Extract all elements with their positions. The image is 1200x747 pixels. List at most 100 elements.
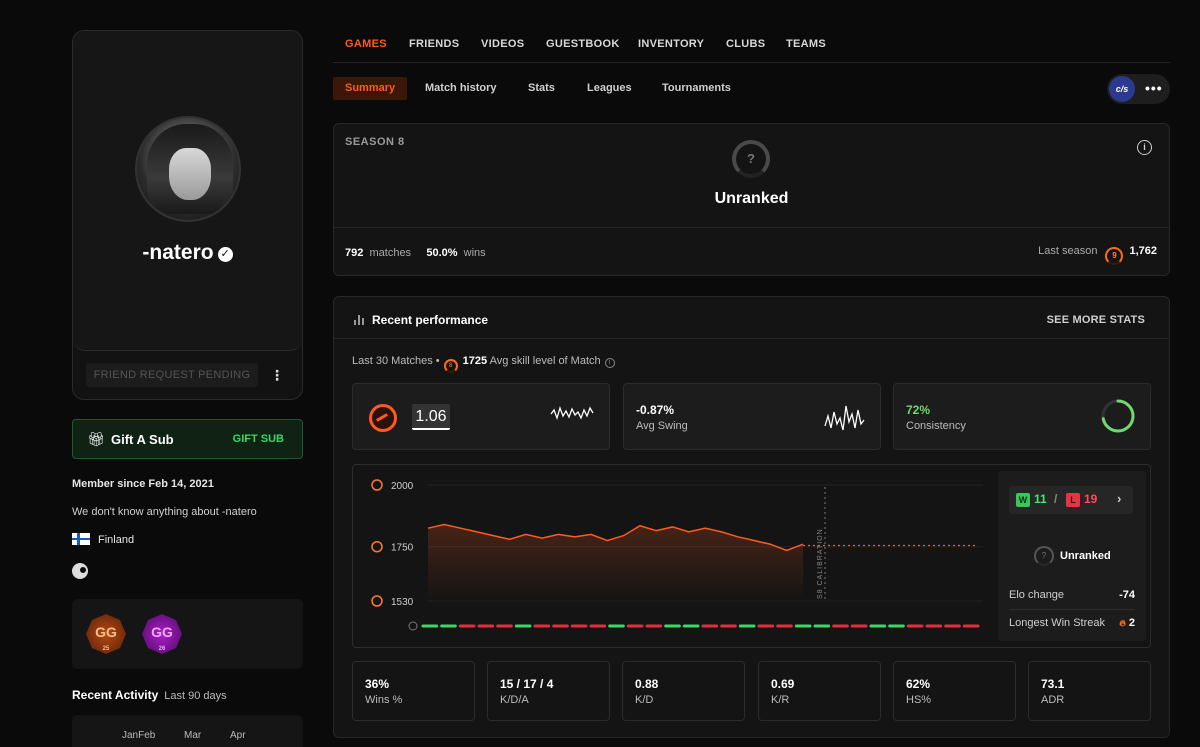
rating-sparkline [550,405,594,421]
gg-26-badge-icon[interactable]: GG 26 [142,614,182,654]
unranked-icon: ? [732,140,770,178]
y-tick-label: 1750 [391,543,414,554]
subtab-stats[interactable]: Stats [516,77,567,100]
nickname: -natero [142,241,214,264]
current-rank: Unranked [1060,550,1111,562]
y-tick-label: 2000 [391,481,414,492]
kpi-label: K/D/A [500,694,529,706]
last-season-label: Last season [1038,245,1098,257]
friend-request-button[interactable]: FRIEND REQUEST PENDING [86,363,258,387]
see-more-stats-link[interactable]: SEE MORE STATS [1047,314,1145,326]
avg-skill-label: Avg skill level of Match [489,355,601,367]
nickname-row: -natero ✓ [73,241,302,265]
unranked-icon: ? [1034,546,1054,566]
gg-25-badge-icon[interactable]: GG 25 [86,614,126,654]
country-row: Finland [72,533,134,546]
divider [1009,609,1135,610]
recent-activity-title: Recent Activity [72,688,159,702]
subtab-tournaments[interactable]: Tournaments [650,77,743,100]
bio-text: We don't know anything about -natero [72,506,257,518]
y-tick-label: 1530 [391,597,414,608]
tab-friends[interactable]: FRIENDS [409,38,459,50]
subtab-leagues[interactable]: Leagues [575,77,644,100]
win-badge: W [1016,493,1030,507]
season-stats: 792 matches 50.0% wins [345,247,486,259]
avatar[interactable] [135,116,241,222]
tab-videos[interactable]: VIDEOS [481,38,524,50]
recent-activity-range: Last 90 days [164,690,227,702]
gift-icon: 🎁︎ [87,431,105,447]
season-rank: Unranked [714,190,789,207]
elo-area [428,524,803,601]
kpi-wins: 36% Wins % [352,661,475,721]
consistency-value: 72% [906,403,931,417]
last-30-matches: Last 30 Matches • 8 1725 Avg skill level o… [352,355,615,373]
gift-label: Gift A Sub [111,432,174,447]
tab-guestbook[interactable]: GUESTBOOK [546,38,620,50]
rating-card: 1.06 [352,383,610,450]
month-label: JanFeb [122,730,156,741]
losses-count: 19 [1084,492,1098,506]
divider [334,227,1169,228]
kpi-value: 0.69 [771,677,795,691]
info-icon[interactable]: i [1137,140,1152,155]
subtab-summary[interactable]: Summary [333,77,408,100]
info-icon [408,621,418,631]
tab-inventory[interactable]: INVENTORY [638,38,704,50]
tab-clubs[interactable]: CLUBS [726,38,765,50]
finland-flag-icon [72,533,90,545]
swing-sparkline [824,405,865,431]
win-streak-value: 🔥︎ 2 [1119,617,1135,629]
avg-swing-value: -0.87% [636,403,675,417]
subtab-match-history[interactable]: Match history [413,77,509,100]
kpi-value: 73.1 [1041,677,1065,691]
verified-icon: ✓ [217,247,233,262]
win-rate-label: wins [463,247,486,259]
season-card: SEASON 8 ? Unranked i 792 matches 50.0% … [333,123,1170,276]
matches-count: 792 [345,247,364,259]
kpi-label: HS% [906,694,932,706]
win-rate: 50.0% [426,247,458,259]
skill-level-icon [371,540,383,553]
cs2-logo-icon[interactable]: c/s [1109,76,1135,102]
loss-badge: L [1066,493,1080,507]
kpi-hs: 62% HS% [893,661,1016,721]
last-season: Last season 9 1,762 [1038,245,1157,265]
last-season-elo: 1,762 [1129,245,1157,257]
tab-games[interactable]: GAMES [345,38,387,50]
kpi-value: 15 / 17 / 4 [500,677,554,691]
more-options-icon[interactable]: ⋮ [270,365,284,385]
kpi-kd: 0.88 K/D [622,661,745,721]
season-title: SEASON 8 [345,136,405,148]
more-games-icon[interactable]: ••• [1145,80,1163,96]
avg-skill-value: 1725 [462,355,488,367]
kpi-label: Wins % [365,694,403,706]
win-loss-separator: / [1054,492,1058,506]
rating-gauge-icon [369,404,397,432]
gift-sub-button[interactable]: GIFT SUB [233,433,284,445]
elo-change-label: Elo change [1009,589,1065,601]
game-selector[interactable]: c/s ••• [1107,74,1170,104]
badges-panel: GG 25 GG 26 [72,599,303,669]
month-label: Apr [230,730,246,741]
activity-calendar: JanFeb Mar Apr [72,715,303,747]
performance-title: Recent performance [372,313,489,327]
steam-icon[interactable] [72,563,88,579]
month-label: Mar [184,730,202,741]
consistency-card: 72% Consistency [893,383,1151,450]
rating-value: 1.06 [412,404,450,430]
tab-teams[interactable]: TEAMS [786,38,826,50]
kpi-label: K/D [635,694,654,706]
match-summary-panel: W 11 / L 19 › ? Unranked Elo change -74 … [998,471,1146,641]
win-loss-button[interactable]: W 11 / L 19 › [1009,486,1133,514]
skill-level-icon [371,595,383,607]
chevron-right-icon: › [1117,491,1122,506]
consistency-label: Consistency [906,420,966,432]
gift-sub-banner[interactable]: 🎁︎ Gift A Sub GIFT SUB [72,419,303,459]
kpi-label: K/R [771,694,790,706]
elo-change-value: -74 [1119,589,1135,601]
info-icon[interactable]: i [604,358,615,368]
calibration-label: S8 CALIBRATION [817,528,824,599]
avg-swing-label: Avg Swing [636,420,688,432]
bar-chart-icon [354,315,364,325]
